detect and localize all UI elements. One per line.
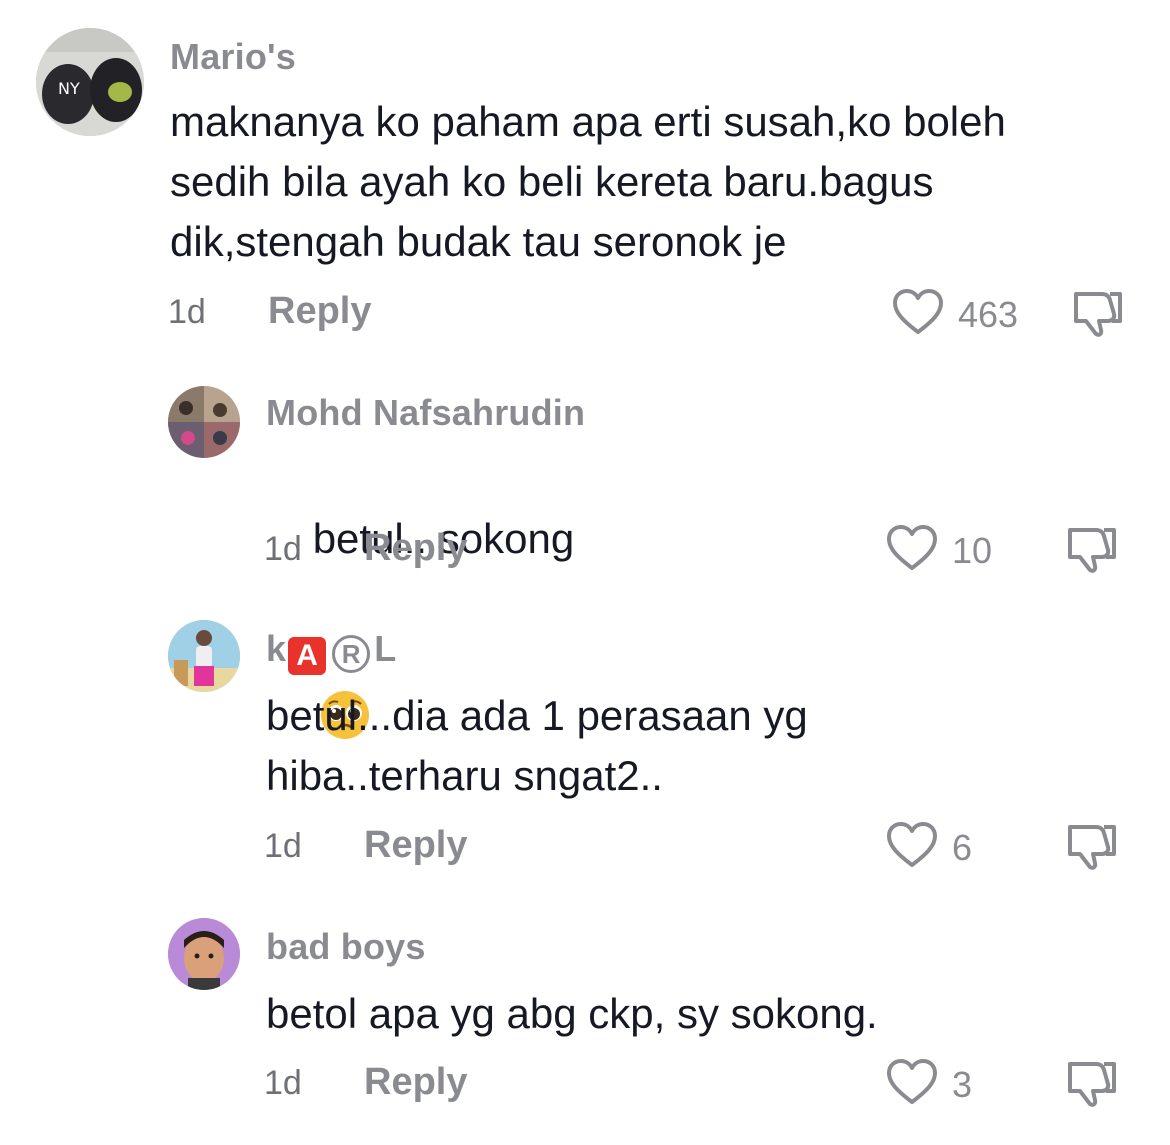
comment-text: betul...dia ada 1 perasaan yg hiba..terh… [266,692,808,799]
like-count: 10 [952,529,993,571]
avatar-image [168,918,240,990]
comment-time: 1d [168,293,206,331]
heart-outline-icon [886,1058,938,1111]
like-count: 463 [958,293,1019,335]
like-button[interactable]: 10 [886,524,992,577]
thumbs-down-icon[interactable] [1072,288,1124,343]
avatar[interactable] [168,386,240,458]
avatar[interactable] [168,620,240,692]
comment-time: 1d [264,827,302,865]
reply-button[interactable]: Reply [364,527,467,570]
reply-button[interactable]: Reply [364,1061,467,1104]
avatar[interactable]: NY [36,28,144,136]
avatar-image [168,620,240,692]
comment-time: 1d [264,530,302,568]
comment-text: betol apa yg abg ckp, sy sokong. [266,990,878,1037]
avatar-image [168,386,240,458]
like-button[interactable]: 3 [886,1058,972,1111]
a-button-emoji-icon: A [288,637,327,675]
comment-username[interactable]: Mohd Nafsahrudin [266,392,585,434]
avatar-image: NY [36,28,144,136]
heart-outline-icon [892,288,944,341]
reply-button[interactable]: Reply [268,290,371,333]
like-count: 6 [952,826,973,868]
thumbs-down-icon[interactable] [1066,1058,1118,1113]
like-count: 3 [952,1063,973,1105]
comment-username[interactable]: kARL [266,628,396,675]
comment-text: maknanya ko paham apa erti susah,ko bole… [170,98,1006,265]
username-part: L [374,628,397,669]
comment-time: 1d [264,1064,302,1102]
heart-outline-icon [886,821,938,874]
svg-text:NY: NY [58,79,80,98]
pleading-face-icon [319,569,371,739]
registered-icon: R [332,635,371,673]
thumbs-down-icon[interactable] [1066,524,1118,579]
like-button[interactable]: 463 [892,288,1018,341]
thumbs-down-icon[interactable] [1066,821,1118,876]
username-part: k [266,628,287,669]
comment-username[interactable]: Mario's [170,36,296,78]
avatar[interactable] [168,918,240,990]
reply-button[interactable]: Reply [364,824,467,867]
like-button[interactable]: 6 [886,821,972,874]
heart-outline-icon [886,524,938,577]
comment-username[interactable]: bad boys [266,926,426,968]
